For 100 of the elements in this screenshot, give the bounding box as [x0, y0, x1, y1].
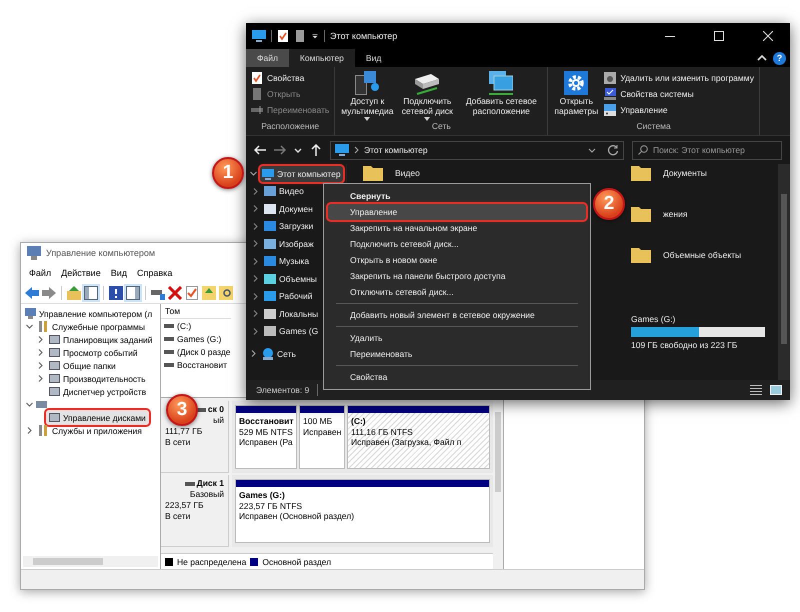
chevron-icon[interactable] — [252, 310, 259, 318]
tree-item[interactable]: Управление дисками — [47, 411, 148, 424]
folder-item[interactable]: жения — [631, 206, 778, 222]
search-folder-icon[interactable] — [219, 286, 233, 300]
ribbon-button[interactable]: Открыть параметры — [553, 71, 600, 121]
chevron-icon[interactable] — [252, 275, 259, 282]
tree-item[interactable]: Производительность — [47, 372, 148, 385]
tree-item[interactable]: Планировщик заданий — [47, 333, 155, 346]
partition[interactable]: Восстановит 529 МБ NTFS Исправен (Ра — [235, 405, 297, 469]
delete-icon[interactable] — [168, 286, 182, 300]
nav-item[interactable]: Этот компьютер — [260, 166, 343, 182]
checked-document-icon[interactable] — [185, 286, 199, 300]
menu-item[interactable]: Отключить сетевой диск... — [328, 284, 586, 300]
folder-up-icon[interactable] — [67, 286, 81, 300]
details-view-icon[interactable] — [750, 384, 762, 396]
chevron-icon[interactable] — [37, 336, 44, 343]
chevron-icon[interactable] — [252, 205, 259, 212]
menu-item[interactable]: Переименовать — [328, 346, 586, 362]
panel-icon[interactable] — [126, 286, 140, 300]
menu-item[interactable]: Добавить новый элемент в сетевое окружение — [328, 307, 586, 323]
nav-item[interactable]: Музыка — [262, 253, 312, 270]
ribbon-button[interactable]: Свойства системы — [604, 87, 754, 100]
tree-item[interactable]: Службы и приложения — [36, 424, 144, 437]
menu-item[interactable]: Подключить сетевой диск... — [328, 236, 586, 252]
help-icon[interactable] — [109, 286, 123, 300]
up-arrow-icon[interactable] — [310, 144, 322, 156]
panel-icon[interactable] — [84, 286, 98, 300]
ribbon-button[interactable]: Управление — [604, 103, 754, 116]
chevron-icon[interactable] — [37, 362, 44, 369]
nav-item[interactable]: Сеть — [260, 346, 298, 362]
refresh-icon[interactable] — [607, 144, 619, 156]
ribbon-button[interactable]: Доступ к мультимедиа — [340, 71, 394, 121]
chevron-icon[interactable] — [252, 258, 259, 265]
chevron-icon[interactable] — [26, 323, 33, 330]
back-arrow-icon[interactable] — [254, 144, 266, 156]
ribbon-button[interactable]: Свойства — [251, 71, 330, 84]
chevron-icon[interactable] — [252, 222, 259, 230]
chevron-icon[interactable] — [252, 240, 259, 248]
menu-item[interactable]: Закрепить на начальном экране — [328, 220, 586, 236]
volume-name[interactable]: Games (G:) — [177, 334, 222, 344]
menu-item[interactable]: Вид — [106, 266, 132, 280]
nav-item[interactable]: Локальны — [262, 306, 320, 322]
page-icon[interactable] — [294, 30, 306, 42]
chevron-icon[interactable] — [250, 350, 257, 358]
menu-item[interactable]: Свернуть — [328, 188, 586, 204]
chevron-icon[interactable] — [252, 328, 259, 335]
caret-icon[interactable] — [311, 34, 319, 38]
search-field[interactable]: Поиск: Этот компьютер — [632, 140, 782, 160]
menu-item[interactable]: Закрепить на панели быстрого доступа — [328, 268, 586, 284]
menu-item[interactable]: Файл — [24, 266, 56, 280]
tiles-view-icon[interactable] — [770, 384, 782, 396]
column-header[interactable]: Том — [161, 304, 231, 319]
ribbon-tab[interactable]: Вид — [354, 49, 392, 67]
folder-up-icon[interactable] — [202, 286, 216, 300]
tree-item[interactable]: Служебные программы — [36, 320, 147, 333]
volume-name[interactable]: Восстановит — [177, 360, 227, 370]
nav-item[interactable]: Объемны — [262, 270, 319, 287]
ribbon-button[interactable]: Добавить сетевое расположение — [460, 71, 542, 121]
tree-item[interactable]: Общие папки — [47, 359, 118, 372]
menu-item[interactable]: Свойства — [328, 369, 586, 385]
chevron-icon[interactable] — [26, 401, 33, 408]
volume-name[interactable]: (C:) — [177, 320, 192, 330]
chevron-icon[interactable] — [252, 292, 259, 300]
volume-name[interactable]: (Диск 0 разде — [177, 346, 231, 356]
nav-item[interactable]: Рабочий — [262, 288, 314, 304]
folder-item[interactable]: Видео — [363, 165, 599, 181]
chevron-icon[interactable] — [26, 427, 33, 434]
folder-item[interactable]: Документы — [631, 165, 778, 181]
nav-item[interactable]: Докумен — [262, 200, 315, 217]
caret-icon[interactable] — [588, 148, 596, 152]
folder-item[interactable]: Объемные объекты — [631, 247, 778, 263]
nav-item[interactable]: Games (G — [262, 323, 320, 340]
chevron-icon[interactable] — [37, 349, 44, 356]
chevron-icon[interactable] — [37, 375, 44, 382]
ribbon-tab[interactable]: Файл — [246, 49, 289, 67]
forward-arrow-icon[interactable] — [274, 144, 286, 156]
nav-item[interactable]: Загрузки — [262, 218, 316, 234]
partition[interactable]: Games (G:) 223,57 ГБ NTFS Исправен (Основной раздел) — [235, 479, 490, 543]
tree-item[interactable]: Просмотр событий — [47, 346, 140, 359]
tree-item[interactable]: Диспетчер устройств — [47, 385, 148, 398]
scrollbar[interactable] — [23, 556, 158, 567]
ribbon-button[interactable]: Удалить или изменить программу — [604, 71, 754, 84]
menu-item[interactable]: Управление — [328, 204, 586, 220]
chevron-icon[interactable] — [252, 188, 259, 195]
address-bar[interactable]: Этот компьютер — [330, 140, 624, 160]
help-icon[interactable]: ? — [773, 52, 786, 64]
menu-item[interactable]: Открыть в новом окне — [328, 252, 586, 268]
checked-document-icon[interactable] — [277, 30, 289, 42]
menu-item[interactable]: Удалить — [328, 330, 586, 346]
menu-item[interactable]: Справка — [132, 266, 178, 280]
nav-item[interactable]: Видео — [262, 183, 306, 200]
partition[interactable]: 100 МБ Исправен — [299, 405, 345, 469]
drive-name[interactable]: Games (G:) — [631, 314, 778, 324]
search-input[interactable]: Поиск: Этот компьютер — [653, 145, 776, 155]
tree-item[interactable]: Управление компьютером (л — [23, 307, 154, 320]
forward-arrow-icon[interactable] — [42, 286, 56, 300]
partition[interactable]: (C:) 111,16 ГБ NTFS Исправен (Загрузка, Файл п — [347, 405, 490, 469]
scrollbar[interactable] — [778, 164, 790, 380]
ribbon-button[interactable]: Подключить сетевой диск — [399, 71, 456, 121]
nav-item[interactable]: Изображ — [262, 236, 316, 252]
